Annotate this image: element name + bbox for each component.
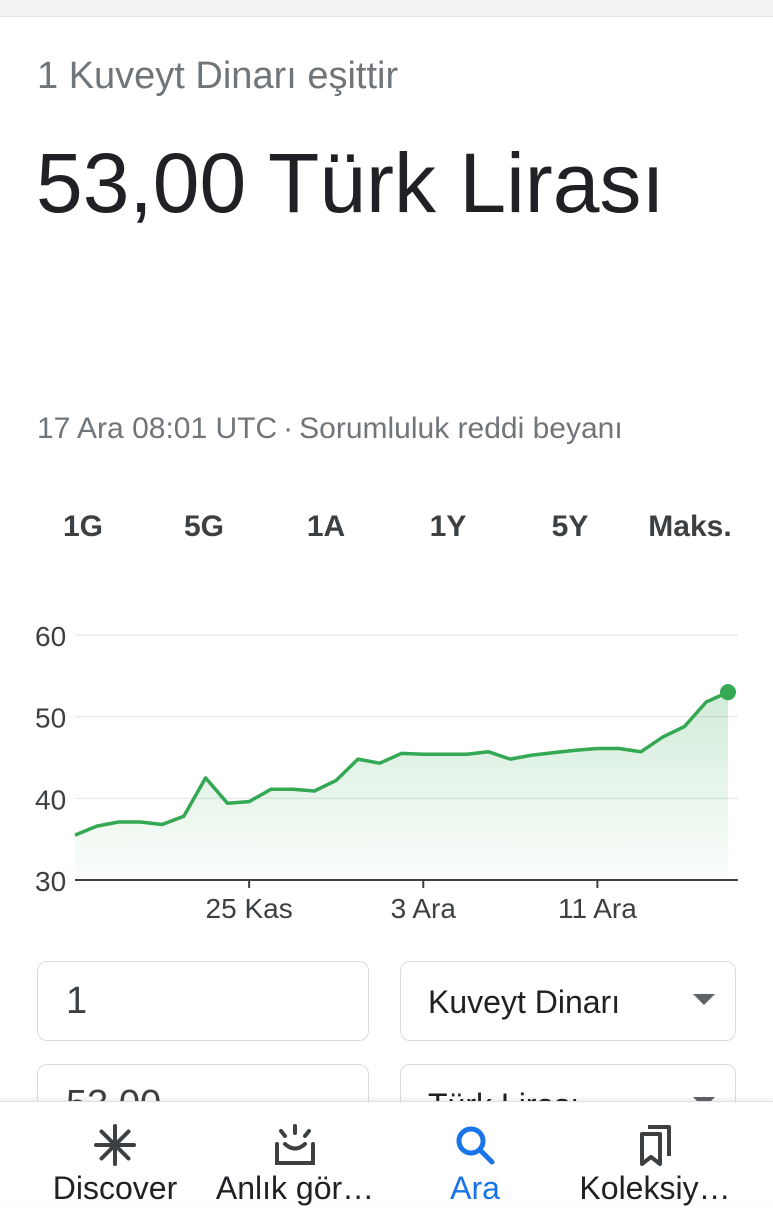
series-area-fill: [75, 692, 728, 880]
range-tab-1g[interactable]: 1G: [47, 493, 119, 561]
y-tick-label: 30: [35, 866, 66, 897]
range-tab-5y[interactable]: 5Y: [534, 493, 606, 561]
asterisk-icon: [94, 1124, 136, 1166]
time-range-tabs: 1G 5G 1A 1Y 5Y Maks.: [0, 493, 773, 563]
separator: ·: [283, 412, 294, 445]
timestamp: 17 Ara 08:01 UTC: [37, 412, 278, 445]
conversion-subtitle: 1 Kuveyt Dinarı eşittir: [37, 55, 399, 97]
search-icon: [456, 1126, 495, 1165]
x-tick-label: 25 Kas: [206, 893, 293, 924]
currency-from-select[interactable]: Kuveyt Dinarı: [400, 961, 736, 1041]
dropdown-arrow-icon: [693, 994, 715, 1005]
amount-from-value: 1: [66, 980, 88, 1022]
nav-collections[interactable]: Koleksiy…: [560, 1102, 750, 1206]
range-tab-5g[interactable]: 5G: [168, 493, 240, 561]
nav-snapshot-label: Anlık gör…: [215, 1170, 375, 1206]
x-tick-label: 11 Ara: [558, 893, 637, 924]
nav-discover-label: Discover: [52, 1170, 178, 1206]
y-tick-label: 60: [35, 621, 66, 652]
conversion-result: 53,00 Türk Lirası: [36, 136, 665, 230]
snapshot-icon: [275, 1124, 315, 1165]
amount-from-input[interactable]: 1: [37, 961, 369, 1041]
y-tick-label: 50: [35, 703, 66, 734]
nav-snapshot[interactable]: Anlık gör…: [205, 1102, 385, 1206]
top-status-strip: [0, 0, 773, 17]
x-tick-label: 3 Ara: [391, 893, 457, 924]
bottom-navigation: Discover Anlık gör… Ara Koleksiy…: [0, 1101, 773, 1206]
nav-discover[interactable]: Discover: [30, 1102, 200, 1206]
latest-point-marker: [720, 684, 736, 701]
collections-icon: [640, 1125, 671, 1166]
range-tab-1y[interactable]: 1Y: [412, 493, 484, 561]
timestamp-row: 17 Ara 08:01 UTC · Sorumluluk reddi beyanı: [37, 412, 623, 446]
nav-collections-label: Koleksiy…: [579, 1170, 731, 1206]
nav-search[interactable]: Ara: [405, 1102, 545, 1206]
currency-from-value: Kuveyt Dinarı: [428, 984, 621, 1020]
disclaimer-link[interactable]: Sorumluluk reddi beyanı: [299, 412, 623, 445]
range-tab-max[interactable]: Maks.: [640, 493, 740, 561]
y-tick-label: 40: [35, 784, 66, 815]
range-tab-1a[interactable]: 1A: [290, 493, 362, 561]
nav-search-label: Ara: [450, 1170, 500, 1206]
exchange-rate-chart: 30 40 50 60 25 Kas 3 Ara 11 Ara: [35, 621, 738, 924]
